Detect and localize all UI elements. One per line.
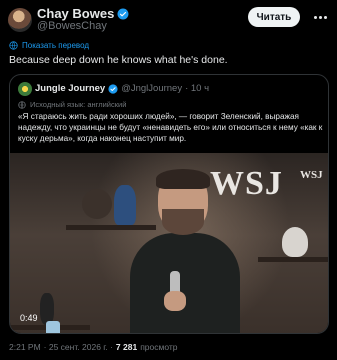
water-bottle xyxy=(46,321,60,333)
globe-icon xyxy=(9,41,18,50)
shelf xyxy=(258,257,328,262)
author-row: Chay Bowes xyxy=(37,6,129,21)
original-language-note: Исходный язык: английский xyxy=(18,100,126,109)
translate-link[interactable]: Показать перевод xyxy=(9,41,89,50)
quote-avatar[interactable] xyxy=(18,82,32,96)
tweet: Chay Bowes @BowesChay Читать Показать пе… xyxy=(0,0,337,360)
white-vase xyxy=(282,227,308,257)
video-time: 0:49 xyxy=(20,313,38,323)
tweet-text: Because deep down he knows what he's don… xyxy=(9,54,228,66)
quote-timestamp: · 10 ч xyxy=(185,83,210,94)
video-player[interactable]: WSJ WSJ 0:49 xyxy=(10,153,328,333)
speaker xyxy=(130,169,240,333)
wsj-watermark: WSJ xyxy=(300,169,323,181)
author-name[interactable]: Chay Bowes xyxy=(37,6,114,21)
follow-button[interactable]: Читать xyxy=(248,7,300,27)
avatar[interactable] xyxy=(8,8,32,32)
translate-label: Показать перевод xyxy=(22,41,90,50)
tweet-footer: 2:21 PM · 25 сент. 2026 г. · 7 281 просм… xyxy=(9,342,178,352)
decor-object xyxy=(82,189,112,219)
quote-author-name[interactable]: Jungle Journey xyxy=(35,83,105,94)
quoted-tweet[interactable]: Jungle Journey @JnglJourney · 10 ч Исход… xyxy=(9,74,329,334)
more-options-icon[interactable] xyxy=(312,10,328,24)
verified-badge-icon xyxy=(108,83,118,94)
quote-author-handle[interactable]: @JnglJourney xyxy=(121,83,182,94)
author-handle[interactable]: @BowesChay xyxy=(37,20,107,32)
view-count: 7 281 xyxy=(115,342,138,352)
views-label: просмотр xyxy=(140,342,178,352)
quote-text: «Я стараюсь жить ради хороших людей», — … xyxy=(18,112,323,143)
verified-badge-icon xyxy=(117,8,129,19)
post-date[interactable]: · 25 сент. 2026 г. · xyxy=(44,342,113,352)
quote-header: Jungle Journey @JnglJourney · 10 ч xyxy=(35,83,209,94)
original-language-label: Исходный язык: английский xyxy=(30,100,127,109)
globe-icon xyxy=(18,100,26,109)
post-time[interactable]: 2:21 PM xyxy=(9,342,41,352)
